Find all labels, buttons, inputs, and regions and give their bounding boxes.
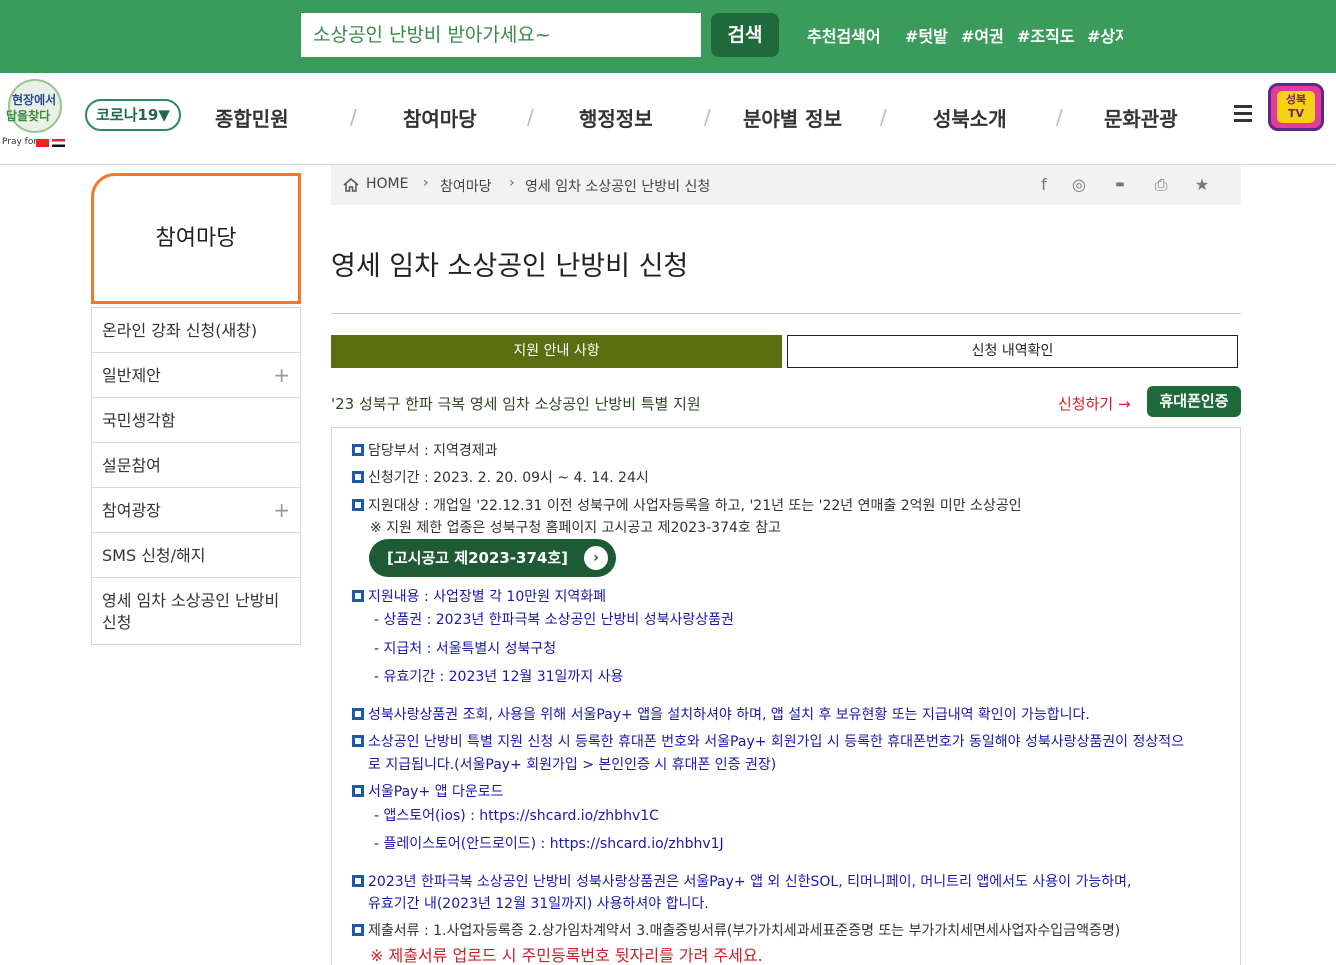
- menu-civil[interactable]: 종합민원: [215, 103, 289, 132]
- sidebar-item-people-idea[interactable]: 국민생각함: [92, 397, 300, 442]
- main-nav: 현장에서 답을찾다 Pray for 코로나19▼ 종합민원 / 참여마당 / …: [0, 73, 1336, 165]
- sidebar-item-proposal[interactable]: 일반제안 +: [92, 352, 300, 397]
- site-logo[interactable]: 현장에서 답을찾다: [2, 77, 68, 143]
- sidebar-item-heating[interactable]: 영세 임차 소상공인 난방비 신청: [92, 577, 300, 644]
- list-item: 담당부서 : 지역경제과: [352, 440, 498, 460]
- home-icon[interactable]: [343, 177, 359, 193]
- list-subitem: - 유효기간 : 2023년 12월 31일까지 사용: [374, 669, 624, 685]
- breadcrumb-home[interactable]: HOME: [366, 176, 408, 192]
- blog-icon[interactable]: ▬: [1109, 174, 1131, 196]
- section-subtitle: '23 성북구 한파 극복 영세 임차 소상공인 난방비 특별 지원: [331, 395, 701, 413]
- sidebar-item-plaza[interactable]: 참여광장 +: [92, 487, 300, 532]
- list-item: 서울Pay+ 앱 다운로드: [352, 781, 503, 801]
- search-input[interactable]: 소상공인 난방비 받아가세요~: [301, 13, 701, 57]
- info-box: 담당부서 : 지역경제과 신청기간 : 2023. 2. 20. 09시 ~ 4…: [331, 427, 1241, 965]
- facebook-icon[interactable]: f: [1033, 174, 1055, 196]
- list-subitem: - 상품권 : 2023년 한파극복 소상공인 난방비 성북사랑상품권: [374, 612, 734, 628]
- chevron-right-icon: ›: [509, 175, 515, 191]
- menu-admin-info[interactable]: 행정정보: [579, 103, 653, 132]
- recommend-tag[interactable]: #상자: [1085, 18, 1123, 52]
- menu-field-info[interactable]: 분야별 정보: [743, 103, 842, 132]
- star-icon[interactable]: ★: [1191, 174, 1213, 196]
- menu-about[interactable]: 성북소개: [933, 103, 1007, 132]
- seongbuk-tv-logo[interactable]: 성북 TV: [1268, 73, 1328, 135]
- download-ios-link[interactable]: - 앱스토어(ios) : https://shcard.io/zhbhv1C: [374, 805, 659, 825]
- sidebar-title: 참여마당: [91, 173, 301, 304]
- download-android-link[interactable]: - 플레이스토어(안드로이드) : https://shcard.io/zhbh…: [374, 833, 724, 853]
- warning-text: ※ 제출서류 업로드 시 주민등록번호 뒷자리를 가려 주세요.: [370, 946, 763, 965]
- list-item: 신청기간 : 2023. 2. 20. 09시 ~ 4. 14. 24시: [352, 467, 649, 487]
- flag-icon: [52, 139, 65, 147]
- list-note: ※ 지원 제한 업종은 성북구청 홈페이지 고시공고 제2023-374호 참고: [370, 520, 781, 536]
- hamburger-menu-icon[interactable]: [1234, 105, 1252, 123]
- plus-icon[interactable]: +: [273, 353, 290, 398]
- recommend-tag[interactable]: #텃밭: [905, 23, 948, 47]
- pray-for-label: Pray for: [2, 137, 38, 147]
- sidebar-item-survey[interactable]: 설문참여: [92, 442, 300, 487]
- list-item: 제출서류 : 1.사업자등록증 2.상가임차계약서 3.매출증빙서류(부가가치세…: [352, 920, 1120, 940]
- sidebar-item-online-course[interactable]: 온라인 강좌 신청(새창): [92, 307, 300, 352]
- recommend-label: 추천검색어: [807, 27, 881, 46]
- recommend-tag[interactable]: #여권: [961, 23, 1004, 47]
- divider: [331, 313, 1241, 314]
- list-item-continued: 로 지급됩니다.(서울Pay+ 회원가입 > 본인인증 시 휴대폰 인증 권장): [368, 757, 777, 773]
- breadcrumb-level2[interactable]: 영세 임차 소상공인 난방비 신청: [525, 176, 710, 196]
- tab-application-check[interactable]: 신청 내역확인: [787, 335, 1238, 368]
- instagram-icon[interactable]: ◎: [1068, 174, 1090, 196]
- menu-participation[interactable]: 참여마당: [403, 103, 477, 132]
- flag-icon: [36, 139, 49, 147]
- list-item: 지원대상 : 개업일 '22.12.31 이전 성북구에 사업자등록을 하고, …: [352, 495, 1022, 515]
- list-item: 지원내용 : 사업장별 각 10만원 지역화폐: [352, 586, 606, 606]
- print-icon[interactable]: ⎙: [1150, 174, 1172, 196]
- list-item: 2023년 한파극복 소상공인 난방비 성북사랑상품권은 서울Pay+ 앱 외 …: [352, 871, 1131, 891]
- list-subitem: - 지급처 : 서울특별시 성북구청: [374, 641, 557, 657]
- menu-culture[interactable]: 문화관광: [1104, 103, 1178, 132]
- sidebar-menu: 온라인 강좌 신청(새창) 일반제안 + 국민생각함 설문참여 참여광장 + SMS…: [91, 307, 301, 645]
- tab-support-info[interactable]: 지원 안내 사항: [331, 335, 782, 368]
- breadcrumb: HOME › 참여마당 › 영세 임차 소상공인 난방비 신청 f ◎ ▬ ⎙ …: [331, 165, 1241, 205]
- notice-button[interactable]: [고시공고 제2023-374호] ›: [369, 539, 616, 577]
- arrow-right-icon: ›: [584, 546, 608, 570]
- breadcrumb-level1[interactable]: 참여마당: [440, 176, 492, 196]
- plus-icon[interactable]: +: [273, 488, 290, 533]
- list-item: 소상공인 난방비 특별 지원 신청 시 등록한 휴대폰 번호와 서울Pay+ 회…: [352, 731, 1184, 751]
- search-button[interactable]: 검색: [711, 13, 779, 57]
- recommend-tag[interactable]: #조직도: [1017, 23, 1075, 47]
- sidebar-item-sms[interactable]: SMS 신청/해지: [92, 532, 300, 577]
- phone-auth-button[interactable]: 휴대폰인증: [1147, 386, 1241, 417]
- chevron-right-icon: ›: [423, 175, 429, 191]
- top-search-bar: 소상공인 난방비 받아가세요~ 검색 추천검색어 #텃밭 #여권 #조직도 #상…: [0, 0, 1336, 73]
- apply-label: 신청하기 →: [1058, 395, 1131, 413]
- list-item-continued: 유효기간 내(2023년 12월 31일까지) 사용하셔야 합니다.: [368, 896, 709, 912]
- corona-button[interactable]: 코로나19▼: [85, 99, 181, 131]
- list-item: 성북사랑상품권 조회, 사용을 위해 서울Pay+ 앱을 설치하셔야 하며, 앱…: [352, 704, 1090, 724]
- page-title: 영세 임차 소상공인 난방비 신청: [331, 251, 689, 282]
